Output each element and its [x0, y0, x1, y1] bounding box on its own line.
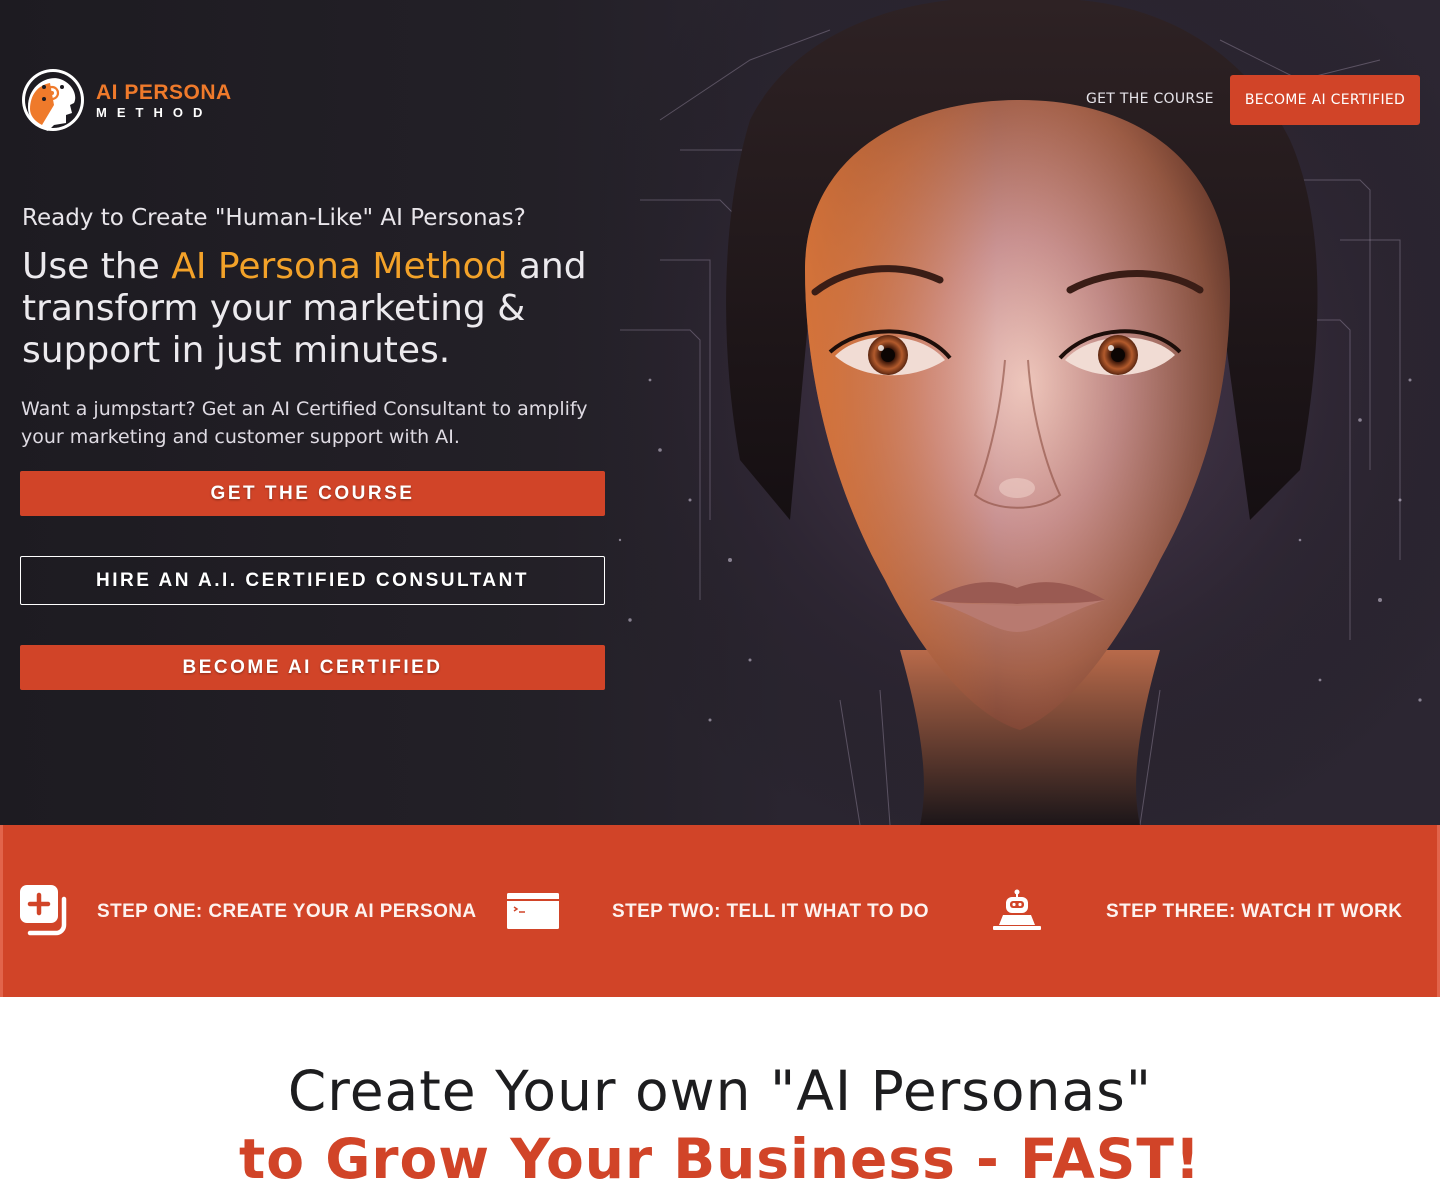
- hero-subtext: Want a jumpstart? Get an AI Certified Co…: [21, 398, 588, 448]
- become-ai-certified-button[interactable]: BECOME AI CERTIFIED: [20, 645, 605, 690]
- brand-logo[interactable]: AI PERSONA METHOD: [20, 65, 232, 135]
- brand-wordmark: AI PERSONA METHOD: [96, 82, 232, 119]
- nav-get-the-course-link[interactable]: GET THE COURSE: [1086, 91, 1214, 107]
- headline-pre: Use the: [22, 246, 172, 287]
- nav-become-ai-certified-button[interactable]: BECOME AI CERTIFIED: [1230, 75, 1420, 125]
- robot-laptop-icon: [993, 889, 1041, 930]
- section-title-line2: to Grow Your Business - FAST!: [239, 1127, 1201, 1191]
- brand-tagline: METHOD: [96, 104, 213, 120]
- step-two-label: STEP TWO: TELL IT WHAT TO DO: [612, 901, 929, 922]
- steps-bar: STEP ONE: CREATE YOUR AI PERSONA STEP TW…: [0, 825, 1440, 997]
- persona-head-logo-icon: [22, 69, 84, 131]
- brand-name: AI PERSONA: [96, 80, 232, 104]
- step-one-label: STEP ONE: CREATE YOUR AI PERSONA: [97, 901, 477, 922]
- terminal-window-icon: [507, 893, 559, 929]
- hire-consultant-button[interactable]: HIRE AN A.I. CERTIFIED CONSULTANT: [20, 556, 605, 605]
- get-the-course-button[interactable]: GET THE COURSE: [20, 471, 605, 516]
- headline-accent: AI Persona Method: [171, 246, 508, 287]
- hero-kicker: Ready to Create "Human-Like" AI Personas…: [22, 205, 526, 231]
- section-title-line1: Create Your own "AI Personas": [287, 1059, 1153, 1123]
- step-three-label: STEP THREE: WATCH IT WORK: [1106, 901, 1403, 922]
- hero-headline: Use the AI Persona Method and transform …: [22, 246, 622, 372]
- hero-section: AI PERSONA METHOD GET THE COURSE BECOME …: [0, 0, 1440, 825]
- add-layers-icon: [20, 885, 67, 936]
